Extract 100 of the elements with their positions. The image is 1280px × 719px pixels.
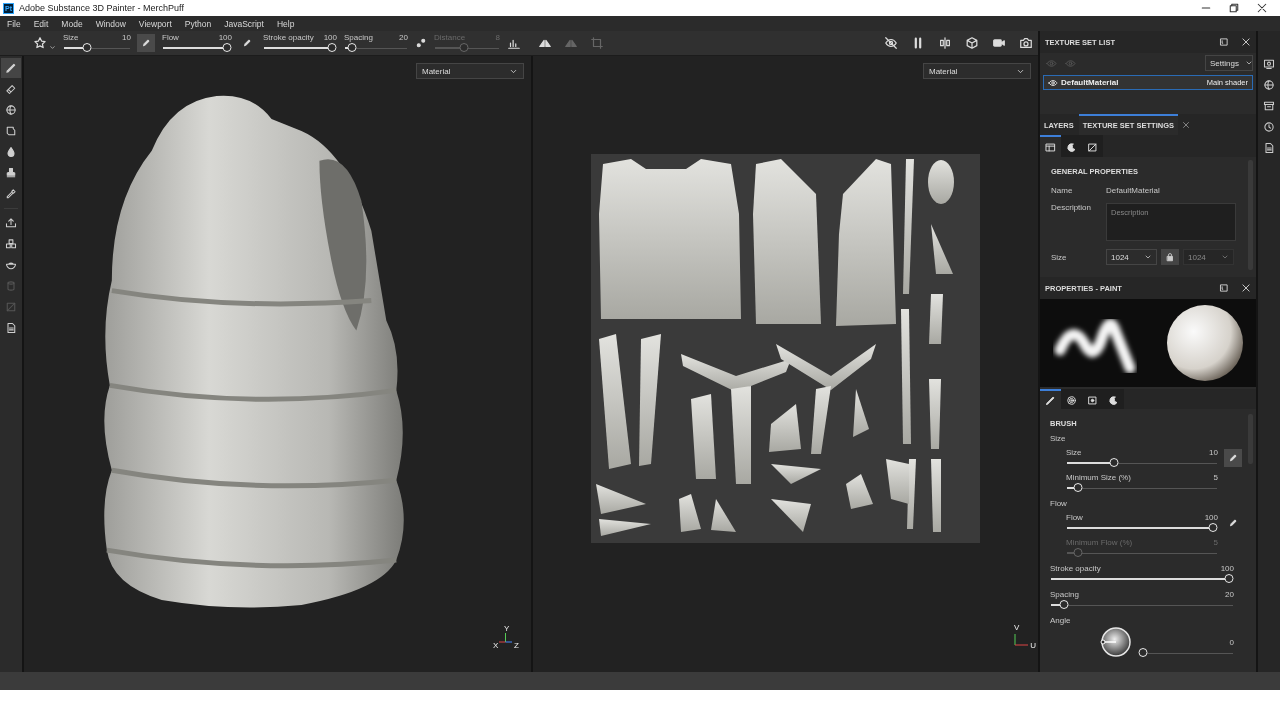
- subtab-button[interactable]: [1082, 135, 1103, 157]
- slider-value: 100: [1204, 513, 1218, 522]
- group-label: Size: [1050, 434, 1067, 443]
- axis-label: Y: [503, 624, 510, 633]
- drop-icon: [4, 146, 17, 158]
- menu-item[interactable]: JavaScript: [224, 18, 264, 29]
- slider-value: 20: [1225, 590, 1234, 599]
- slider-label: Spacing: [1050, 590, 1079, 599]
- dots-icon[interactable]: [415, 37, 427, 49]
- restore-icon[interactable]: [1228, 2, 1240, 14]
- camera-icon[interactable]: [1019, 36, 1033, 50]
- dot-square-icon: [1087, 394, 1098, 406]
- close-icon[interactable]: [1182, 120, 1190, 129]
- tool-button[interactable]: [0, 58, 21, 78]
- caret-icon: [49, 43, 56, 51]
- slider-track[interactable]: [434, 43, 500, 53]
- slider-track[interactable]: [344, 43, 408, 53]
- archive-icon[interactable]: [1263, 100, 1275, 112]
- paint-tab[interactable]: [1040, 389, 1061, 409]
- lock-button[interactable]: [1161, 249, 1179, 265]
- subtab-button[interactable]: [1061, 135, 1082, 157]
- axis-label: Z: [514, 641, 519, 650]
- target-icon: [1066, 394, 1077, 406]
- menu-item[interactable]: File: [7, 18, 21, 29]
- slider-label: Minimum Size (%): [1066, 473, 1131, 482]
- slider-track[interactable]: [162, 43, 232, 53]
- panel-icon[interactable]: [1219, 37, 1229, 47]
- pen-icon: [141, 38, 151, 48]
- axis-gizmo-icon: [498, 633, 512, 645]
- menu-item[interactable]: Window: [95, 18, 126, 29]
- axis-label: U: [1030, 641, 1036, 650]
- slider-track[interactable]: [263, 43, 337, 53]
- slider-label: Size: [1066, 448, 1082, 457]
- field-label: Description: [1051, 203, 1092, 214]
- axis-gizmo-icon: [1014, 634, 1028, 646]
- paint-tab[interactable]: [1103, 389, 1124, 409]
- slider-value: 100: [323, 33, 337, 42]
- paint-tab[interactable]: [1061, 389, 1082, 409]
- cube-icon[interactable]: [965, 36, 979, 50]
- subtab-button[interactable]: [1040, 135, 1061, 157]
- slider-label: Size: [63, 33, 79, 42]
- slider-track[interactable]: [1138, 648, 1234, 658]
- slider-value: 20: [399, 33, 408, 42]
- sphere-icon[interactable]: [1263, 79, 1275, 91]
- close-icon[interactable]: [1256, 2, 1268, 14]
- cubes-icon: [4, 238, 17, 250]
- angle-dial[interactable]: [1100, 626, 1132, 658]
- crop-icon: [590, 36, 604, 50]
- slider-label: Stroke opacity: [1050, 564, 1101, 573]
- eraser-icon: [4, 83, 17, 95]
- menu-item[interactable]: Viewport: [138, 18, 172, 29]
- panel-icon[interactable]: [1219, 283, 1229, 293]
- window-title: Adobe Substance 3D Painter - MerchPuff: [19, 3, 184, 13]
- monitor-icon[interactable]: [1263, 58, 1275, 70]
- caret-icon: [1244, 59, 1253, 67]
- pen-pressure-button[interactable]: [137, 34, 155, 52]
- slider-value: 10: [122, 33, 131, 42]
- menu-item[interactable]: Mode: [61, 18, 83, 29]
- field-value: DefaultMaterial: [1106, 186, 1161, 195]
- viewport-dropdown[interactable]: Material: [415, 63, 524, 79]
- document-icon[interactable]: [1263, 142, 1275, 154]
- clock-icon[interactable]: [1263, 121, 1275, 133]
- split-icon[interactable]: [938, 36, 952, 50]
- brush-icon: [4, 62, 17, 74]
- eye-icon[interactable]: [1048, 77, 1058, 88]
- video-camera-icon[interactable]: [992, 36, 1006, 50]
- settings-dropdown[interactable]: Settings: [1205, 55, 1253, 71]
- tray-icon: [4, 217, 17, 229]
- eye-icon: [1065, 57, 1076, 69]
- slider-track[interactable]: [1066, 483, 1218, 493]
- size-dropdown[interactable]: 1024: [1106, 249, 1157, 265]
- eye-off-icon[interactable]: [884, 36, 898, 50]
- sphere-icon: [4, 104, 17, 116]
- table-icon: [1045, 141, 1056, 153]
- menu-item[interactable]: Edit: [33, 18, 49, 29]
- square-icon: [4, 301, 17, 313]
- slider-track[interactable]: [1066, 548, 1218, 558]
- axis-label: V: [1014, 623, 1020, 632]
- cylinder-icon: [4, 280, 17, 292]
- polygon-icon: [4, 125, 17, 137]
- moon-icon: [1108, 394, 1119, 406]
- menu-item[interactable]: Help: [276, 18, 295, 29]
- slider-track[interactable]: [1066, 458, 1218, 468]
- slider-track[interactable]: [1066, 523, 1218, 533]
- eye-icon: [1046, 57, 1057, 69]
- menu-item[interactable]: Python: [184, 18, 212, 29]
- slider-track[interactable]: [1050, 600, 1234, 610]
- moon-icon: [1066, 141, 1077, 153]
- square-icon: [1087, 141, 1098, 153]
- slider-label: Spacing: [344, 33, 373, 42]
- slider-track[interactable]: [63, 43, 131, 53]
- pen-pressure-button[interactable]: [1224, 449, 1242, 467]
- pen-icon: [1228, 518, 1238, 528]
- viewport-dropdown[interactable]: Material: [923, 63, 1031, 79]
- texture-set-name: DefaultMaterial: [1061, 78, 1119, 87]
- star-icon[interactable]: [33, 36, 47, 50]
- field-label: Name: [1051, 186, 1074, 195]
- slider-label: Flow: [1066, 513, 1083, 522]
- slider-value: 100: [218, 33, 232, 42]
- slider-track[interactable]: [1050, 574, 1234, 584]
